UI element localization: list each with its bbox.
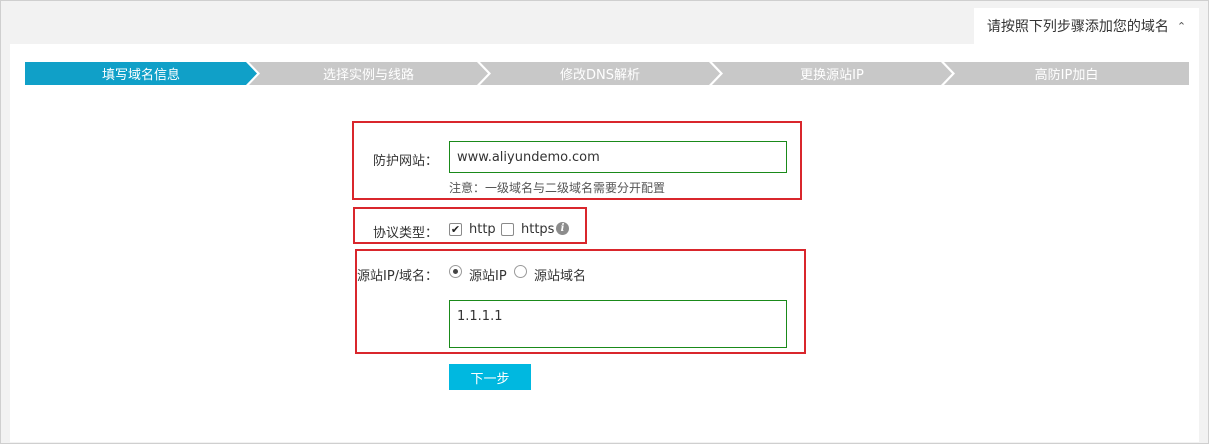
step-label: 修改DNS解析: [560, 68, 640, 83]
step-label: 高防IP加白: [1034, 68, 1099, 83]
step-whitelist-ip: 高防IP加白: [944, 62, 1189, 85]
https-checkbox[interactable]: [501, 223, 514, 236]
step-progress-bar: 填写域名信息 选择实例与线路 修改DNS解析 更换源站IP 高防IP加白: [25, 62, 1189, 85]
step-change-origin-ip: 更换源站IP: [712, 62, 952, 85]
origin-ip-textarea[interactable]: 1.1.1.1: [449, 300, 787, 348]
origin-ip-radio[interactable]: [449, 265, 462, 278]
info-icon[interactable]: i: [556, 222, 569, 235]
protocol-label: 协议类型：: [373, 226, 439, 241]
site-label: 防护网站：: [373, 154, 439, 169]
site-domain-input[interactable]: [449, 141, 787, 173]
next-step-button[interactable]: 下一步: [449, 364, 531, 390]
step-label: 填写域名信息: [101, 68, 180, 83]
origin-ip-option-label: 源站IP: [469, 269, 507, 284]
origin-domain-option-label: 源站域名: [534, 269, 587, 284]
origin-domain-radio[interactable]: [514, 265, 527, 278]
http-option-label: http: [469, 222, 496, 237]
step-label: 更换源站IP: [800, 68, 864, 83]
origin-label: 源站IP/域名：: [357, 269, 439, 284]
step-modify-dns: 修改DNS解析: [480, 62, 720, 85]
step-fill-domain-info: 填写域名信息: [25, 62, 257, 85]
http-checkbox[interactable]: ✔: [449, 223, 462, 236]
site-hint: 注意：一级域名与二级域名需要分开配置: [449, 181, 666, 195]
main-panel: [10, 44, 1199, 442]
https-option-label: https: [521, 222, 555, 237]
step-label: 选择实例与线路: [322, 68, 414, 83]
chevron-up-icon: ⌃: [1176, 19, 1187, 33]
guide-title: 请按照下列步骤添加您的域名: [986, 19, 1169, 35]
guide-toggle-tab[interactable]: 请按照下列步骤添加您的域名 ⌃: [974, 8, 1199, 44]
step-select-instance: 选择实例与线路: [249, 62, 488, 85]
